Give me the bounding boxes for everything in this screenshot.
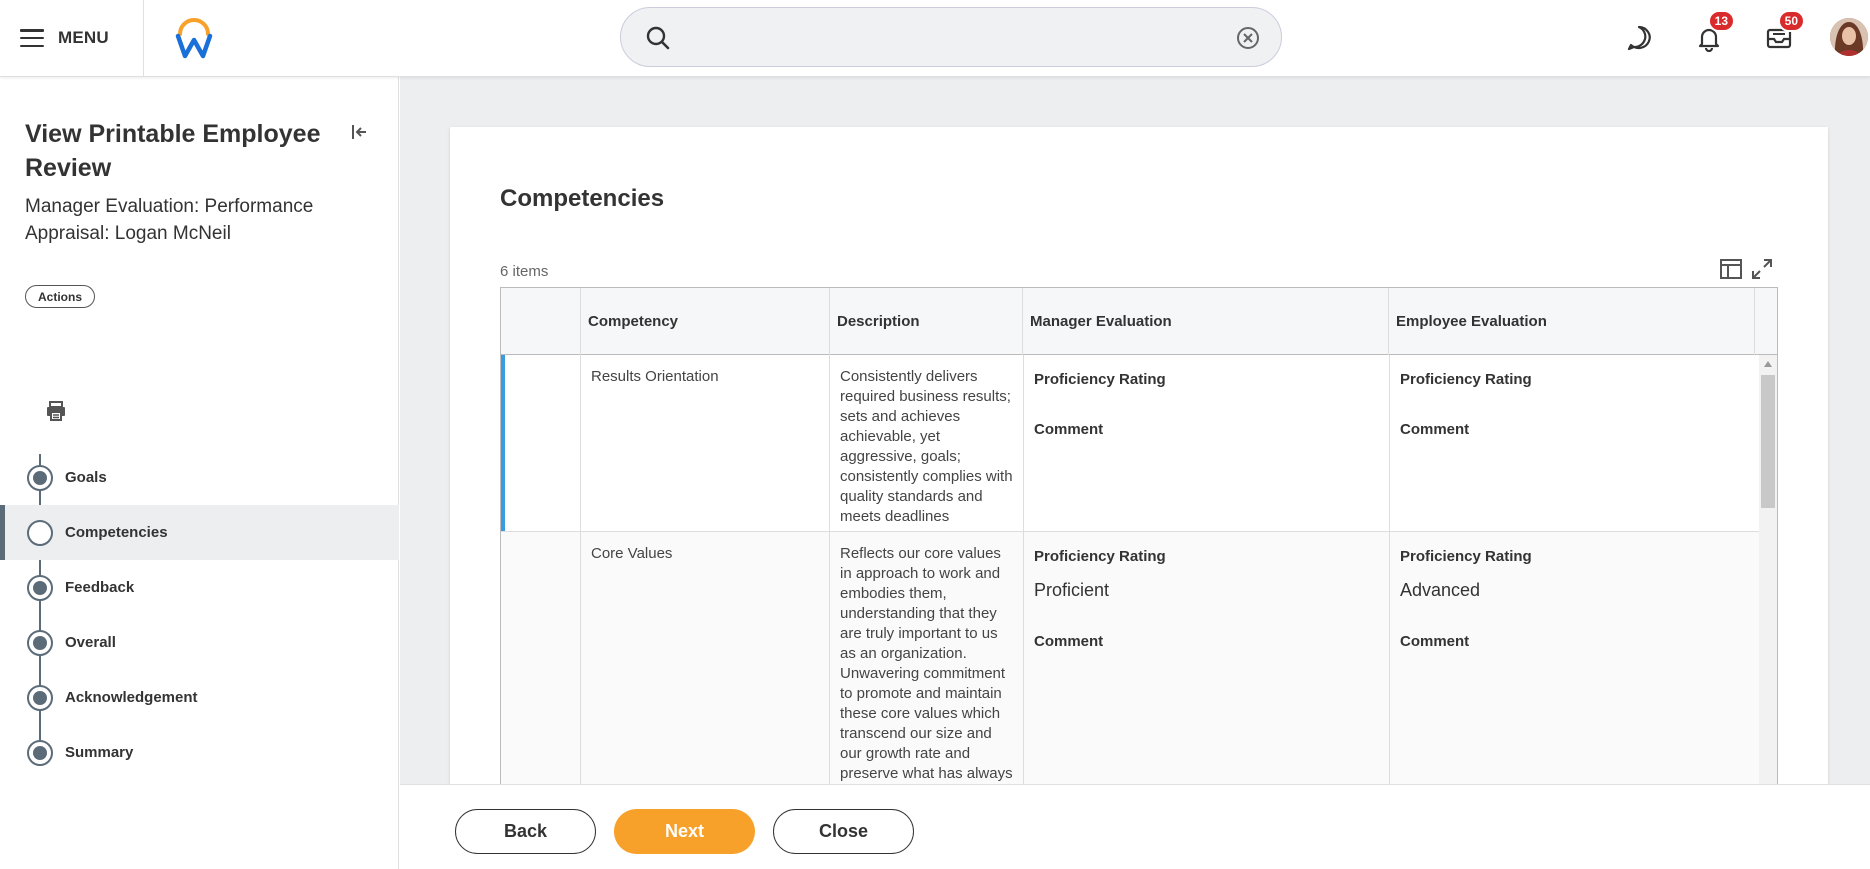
step-complete-icon	[27, 574, 53, 601]
manager-evaluation-cell: Proficiency Rating Comment	[1024, 355, 1390, 531]
step-label: Feedback	[65, 579, 135, 596]
step-label: Summary	[65, 744, 134, 761]
step-label: Overall	[65, 634, 116, 651]
comment-label: Comment	[1400, 633, 1470, 650]
row-select-cell[interactable]	[501, 532, 581, 786]
step-feedback[interactable]: Feedback	[0, 560, 399, 615]
search-icon	[645, 25, 671, 56]
scroll-up-arrow-icon[interactable]	[1764, 361, 1772, 367]
proficiency-rating-label: Proficiency Rating	[1400, 371, 1532, 388]
menu-button[interactable]: MENU	[20, 18, 109, 58]
step-summary[interactable]: Summary	[0, 725, 399, 780]
proficiency-rating-label: Proficiency Rating	[1034, 548, 1166, 565]
employee-evaluation-cell: Proficiency Rating Advanced Comment	[1390, 532, 1759, 786]
column-header[interactable]: Description	[830, 288, 1023, 355]
column-layout-icon[interactable]	[1719, 257, 1743, 281]
manager-evaluation-cell: Proficiency Rating Proficient Comment	[1024, 532, 1390, 786]
employee-evaluation-cell: Proficiency Rating Comment	[1390, 355, 1759, 531]
inbox-button[interactable]: 50	[1759, 10, 1805, 58]
comment-label: Comment	[1400, 421, 1470, 438]
proficiency-rating-label: Proficiency Rating	[1400, 548, 1532, 565]
back-button[interactable]: Back	[455, 809, 596, 854]
proficiency-rating-value: Proficient	[1034, 580, 1110, 600]
item-count: 6 items	[500, 263, 549, 280]
step-current-icon	[27, 519, 53, 546]
top-bar: MENU 13 50	[0, 0, 1870, 77]
description-cell: Consistently delivers required business …	[830, 355, 1024, 531]
table-row[interactable]: Results Orientation Consistently deliver…	[501, 355, 1759, 532]
next-button[interactable]: Next	[614, 809, 755, 854]
step-complete-icon	[27, 464, 53, 491]
chat-icon	[1627, 25, 1651, 51]
comment-label: Comment	[1034, 633, 1104, 650]
step-label: Acknowledgement	[65, 689, 198, 706]
description-cell: Reflects our core values in approach to …	[830, 532, 1024, 786]
scrollbar-thumb[interactable]	[1761, 375, 1775, 508]
section-title: Competencies	[500, 185, 665, 212]
chat-button[interactable]	[1619, 18, 1659, 58]
menu-label: MENU	[58, 28, 109, 47]
table-scrollbar[interactable]	[1759, 355, 1777, 786]
search-input[interactable]	[685, 18, 1225, 56]
clear-search-icon[interactable]	[1235, 25, 1261, 56]
step-complete-icon	[27, 629, 53, 656]
step-label: Competencies	[65, 524, 168, 541]
notifications-button[interactable]: 13	[1689, 10, 1735, 58]
step-complete-icon	[27, 739, 53, 766]
column-header[interactable]: Employee Evaluation	[1389, 288, 1755, 355]
close-button[interactable]: Close	[773, 809, 914, 854]
inbox-badge: 50	[1777, 10, 1805, 32]
page-subtitle: Manager Evaluation: Performance Appraisa…	[25, 196, 314, 244]
search-bar[interactable]	[620, 7, 1282, 67]
competencies-table: Competency Description Manager Evaluatio…	[500, 287, 1778, 787]
table-header: Competency Description Manager Evaluatio…	[501, 288, 1777, 355]
collapse-sidebar-icon[interactable]	[348, 121, 370, 143]
hamburger-icon	[20, 29, 44, 47]
column-header[interactable]: Competency	[581, 288, 830, 355]
page-title: View Printable Employee Review	[25, 120, 321, 182]
step-overall[interactable]: Overall	[0, 615, 399, 670]
proficiency-rating-label: Proficiency Rating	[1034, 371, 1166, 388]
proficiency-rating-value: Advanced	[1400, 580, 1481, 600]
bottom-action-bar: Back Next Close	[400, 784, 1870, 869]
step-acknowledgement[interactable]: Acknowledgement	[0, 670, 399, 725]
workday-logo-icon[interactable]	[172, 16, 216, 60]
step-label: Goals	[65, 469, 107, 486]
print-icon[interactable]	[44, 399, 68, 423]
fullscreen-icon[interactable]	[1750, 257, 1774, 281]
user-avatar[interactable]	[1830, 18, 1868, 56]
step-goals[interactable]: Goals	[0, 450, 399, 505]
row-select-header	[501, 288, 581, 355]
notifications-badge: 13	[1707, 10, 1735, 32]
main-content: Competencies 6 items Competency Descript…	[400, 77, 1870, 827]
column-header[interactable]: Manager Evaluation	[1023, 288, 1389, 355]
competency-cell: Results Orientation	[581, 355, 830, 531]
step-competencies[interactable]: Competencies	[0, 505, 399, 560]
competencies-card: Competencies 6 items Competency Descript…	[450, 127, 1828, 827]
divider	[143, 0, 144, 77]
table-row[interactable]: Core Values Reflects our core values in …	[501, 532, 1759, 786]
competency-cell: Core Values	[581, 532, 830, 786]
actions-button[interactable]: Actions	[25, 285, 96, 308]
row-select-cell[interactable]	[501, 355, 581, 531]
step-complete-icon	[27, 684, 53, 711]
comment-label: Comment	[1034, 421, 1104, 438]
